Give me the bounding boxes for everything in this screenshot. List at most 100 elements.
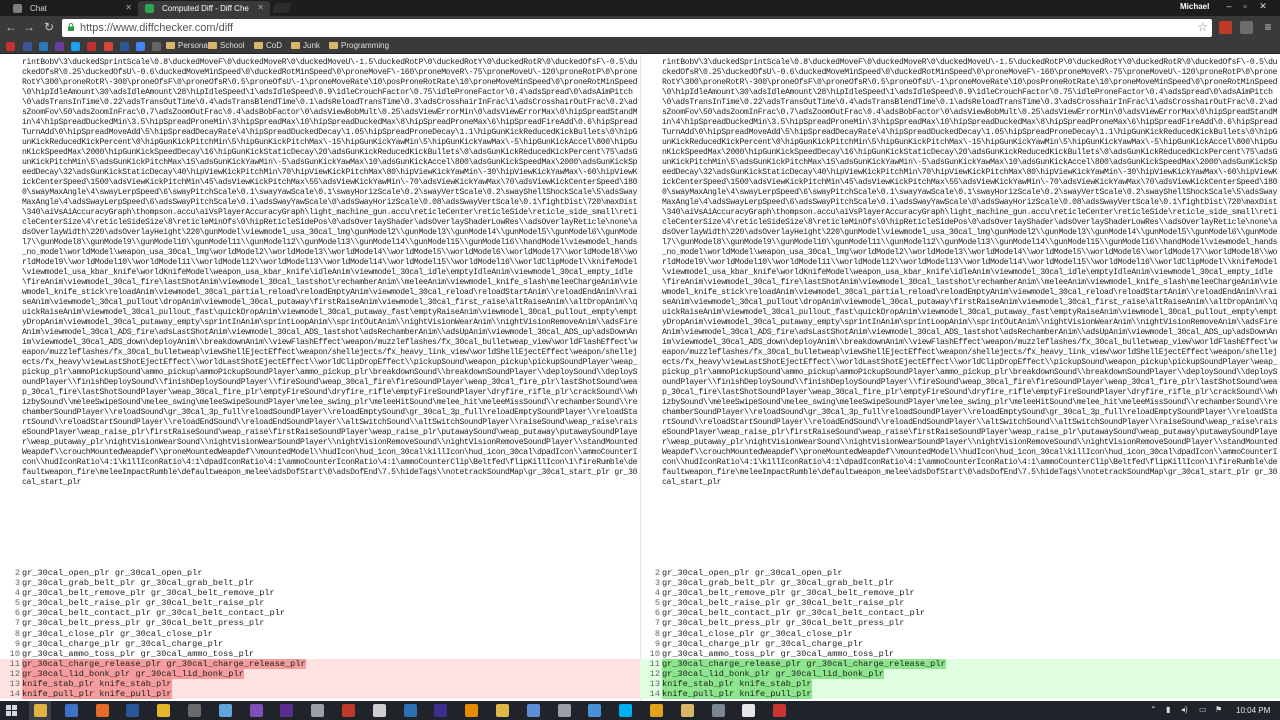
- skype-icon[interactable]: [619, 704, 633, 717]
- app-icon[interactable]: [311, 704, 325, 717]
- tab-chat[interactable]: Chat ✕: [6, 1, 138, 16]
- diff-line: 13 knife_stab_plr knife_stab_plr: [640, 679, 1280, 690]
- app-icon[interactable]: [742, 704, 756, 717]
- visual-studio-icon[interactable]: [280, 704, 294, 717]
- bookmark-folder-junk[interactable]: Junk: [291, 41, 320, 50]
- changed-segment: gr_30cal_charge_release_plr: [22, 658, 167, 669]
- back-icon[interactable]: ←: [4, 20, 18, 34]
- changed-segment-highlight: gr_30cal_lid_bonk_plr: [775, 668, 884, 679]
- gmail-icon[interactable]: [104, 42, 113, 51]
- battery-icon[interactable]: ▭: [1199, 705, 1207, 714]
- changed-segment-highlight: gr_30cal_charge_release_plr: [166, 658, 306, 669]
- reload-icon[interactable]: ↻: [42, 20, 56, 34]
- bookmark-label: CoD: [266, 41, 283, 50]
- close-tab-icon[interactable]: ✕: [257, 3, 264, 12]
- bookmark-star-icon[interactable]: ☆: [1197, 20, 1208, 34]
- app-icon[interactable]: [64, 704, 78, 717]
- diff-line: 12 gr_30cal_lid_bonk_plr gr_30cal_lid_bon…: [640, 668, 1280, 680]
- bookmark-icon[interactable]: [120, 42, 129, 51]
- bookmark-folder-programming[interactable]: Programming: [329, 41, 389, 50]
- line-text: gr_30cal_belt_remove_plr gr_30cal_belt_r…: [22, 588, 275, 599]
- yahoo-icon[interactable]: [55, 42, 64, 51]
- explorer-icon[interactable]: [34, 704, 47, 717]
- line-text: gr_30cal_belt_raise_plr gr_30cal_belt_ra…: [662, 598, 905, 609]
- line-number: 8: [654, 628, 660, 639]
- bookmark-icon[interactable]: [136, 42, 145, 51]
- line-number: 5: [14, 598, 20, 609]
- youtube-icon[interactable]: [87, 42, 96, 51]
- tab-label: Computed Diff - Diff Che: [162, 4, 249, 13]
- photoshop-icon[interactable]: [403, 704, 417, 717]
- bookmark-icon[interactable]: [39, 42, 48, 51]
- bookmarks-bar: Personal School CoD Junk Programming: [0, 40, 1280, 54]
- menu-icon[interactable]: ≡: [1261, 20, 1275, 34]
- app-icon[interactable]: [711, 704, 725, 717]
- changed-segment: knife_stab_plr: [22, 679, 100, 690]
- new-tab-button[interactable]: [272, 3, 292, 13]
- diff-line: 2 gr_30cal_open_plr gr_30cal_open_plr: [640, 568, 1280, 578]
- diff-line: 11 gr_30cal_charge_release_plr gr_30cal_c…: [640, 658, 1280, 669]
- facebook-icon[interactable]: [23, 42, 32, 51]
- extension-icon[interactable]: [1240, 21, 1253, 34]
- line-number: 9: [14, 638, 20, 649]
- line-number: 11: [9, 658, 20, 669]
- obs-icon[interactable]: [372, 704, 386, 717]
- bookmark-icon[interactable]: [152, 42, 161, 51]
- app-icon[interactable]: [588, 704, 602, 717]
- word-icon[interactable]: [126, 704, 140, 717]
- browser-toolbar: ← → ↻ https://www.diffchecker.com/diff ☆…: [0, 16, 1280, 40]
- bookmark-folder-school[interactable]: School: [208, 41, 244, 50]
- address-bar[interactable]: https://www.diffchecker.com/diff ☆: [62, 19, 1212, 37]
- close-window-icon[interactable]: ✕: [1256, 0, 1270, 12]
- app-icon[interactable]: [496, 704, 509, 717]
- premiere-icon[interactable]: [434, 704, 448, 717]
- bookmark-folder-cod[interactable]: CoD: [254, 41, 282, 50]
- folder-icon[interactable]: [680, 704, 694, 717]
- diff-line: 9 gr_30cal_charge_plr gr_30cal_charge_plr: [640, 639, 1280, 649]
- clock[interactable]: 10:04 PM: [1236, 706, 1270, 715]
- diff-lines-changed: 2 gr_30cal_open_plr gr_30cal_open_plr 3 gr_…: [640, 568, 1280, 700]
- app-icon[interactable]: [526, 704, 540, 717]
- bookmark-folder-personal[interactable]: Personal: [166, 41, 210, 50]
- start-button[interactable]: [6, 705, 17, 716]
- app-icon[interactable]: [188, 704, 201, 717]
- visual-studio-icon[interactable]: [249, 704, 263, 717]
- diff-line: 7 gr_30cal_belt_press_plr gr_30cal_belt_p…: [640, 618, 1280, 628]
- folder-icon: [329, 42, 338, 49]
- folder-icon: [208, 42, 217, 49]
- volume-icon[interactable]: ◂): [1181, 705, 1188, 714]
- line-number: 14: [9, 689, 20, 700]
- changed-segment-highlight: gr_30cal_lid_bonk_plr: [135, 668, 244, 679]
- close-tab-icon[interactable]: ✕: [125, 3, 132, 12]
- line-text: gr_30cal_open_plr gr_30cal_open_plr: [662, 568, 843, 578]
- app-icon[interactable]: [773, 704, 787, 717]
- line-text: gr_30cal_charge_release_plr gr_30cal_cha…: [662, 658, 946, 669]
- minimize-icon[interactable]: –: [1222, 0, 1236, 12]
- line-text: knife_stab_plr knife_stab_plr: [662, 679, 812, 690]
- forward-icon[interactable]: →: [22, 20, 36, 34]
- notepad-icon[interactable]: [218, 704, 232, 717]
- tab-computed-diff[interactable]: Computed Diff - Diff Che ✕: [138, 1, 270, 16]
- diff-line: 6 gr_30cal_belt_contact_plr gr_30cal_belt…: [0, 608, 640, 618]
- twitter-icon[interactable]: [71, 42, 80, 51]
- chrome-icon[interactable]: [157, 704, 171, 717]
- network-icon[interactable]: ▮: [1166, 705, 1170, 714]
- maximize-icon[interactable]: ▫: [1238, 0, 1252, 12]
- app-icon[interactable]: [465, 704, 479, 717]
- app-icon[interactable]: [342, 704, 355, 717]
- screen: Chat ✕ Computed Diff - Diff Che ✕ Michae…: [0, 0, 1280, 720]
- flag-icon[interactable]: ⚑: [1215, 705, 1222, 714]
- firefox-icon[interactable]: [95, 704, 109, 717]
- extension-icon[interactable]: [1219, 21, 1232, 34]
- chat-favicon-icon: [13, 4, 22, 13]
- diff-line: 5 gr_30cal_belt_raise_plr gr_30cal_belt_r…: [0, 598, 640, 608]
- app-icon[interactable]: [557, 704, 571, 717]
- profile-name[interactable]: Michael: [1180, 2, 1209, 11]
- folder-icon: [166, 42, 175, 49]
- diff-line-1-text: rintBobV\3\duckedSprintScale\0.8\duckedM…: [22, 58, 638, 487]
- youtube-icon[interactable]: [6, 42, 15, 51]
- diff-line-1-text: rintBobV\3\duckedSprintScale\0.8\duckedM…: [662, 58, 1278, 487]
- app-icon[interactable]: [650, 704, 663, 717]
- line-text: gr_30cal_belt_press_plr gr_30cal_belt_pr…: [22, 618, 265, 629]
- tray-chevron-icon[interactable]: ⌃: [1150, 705, 1157, 714]
